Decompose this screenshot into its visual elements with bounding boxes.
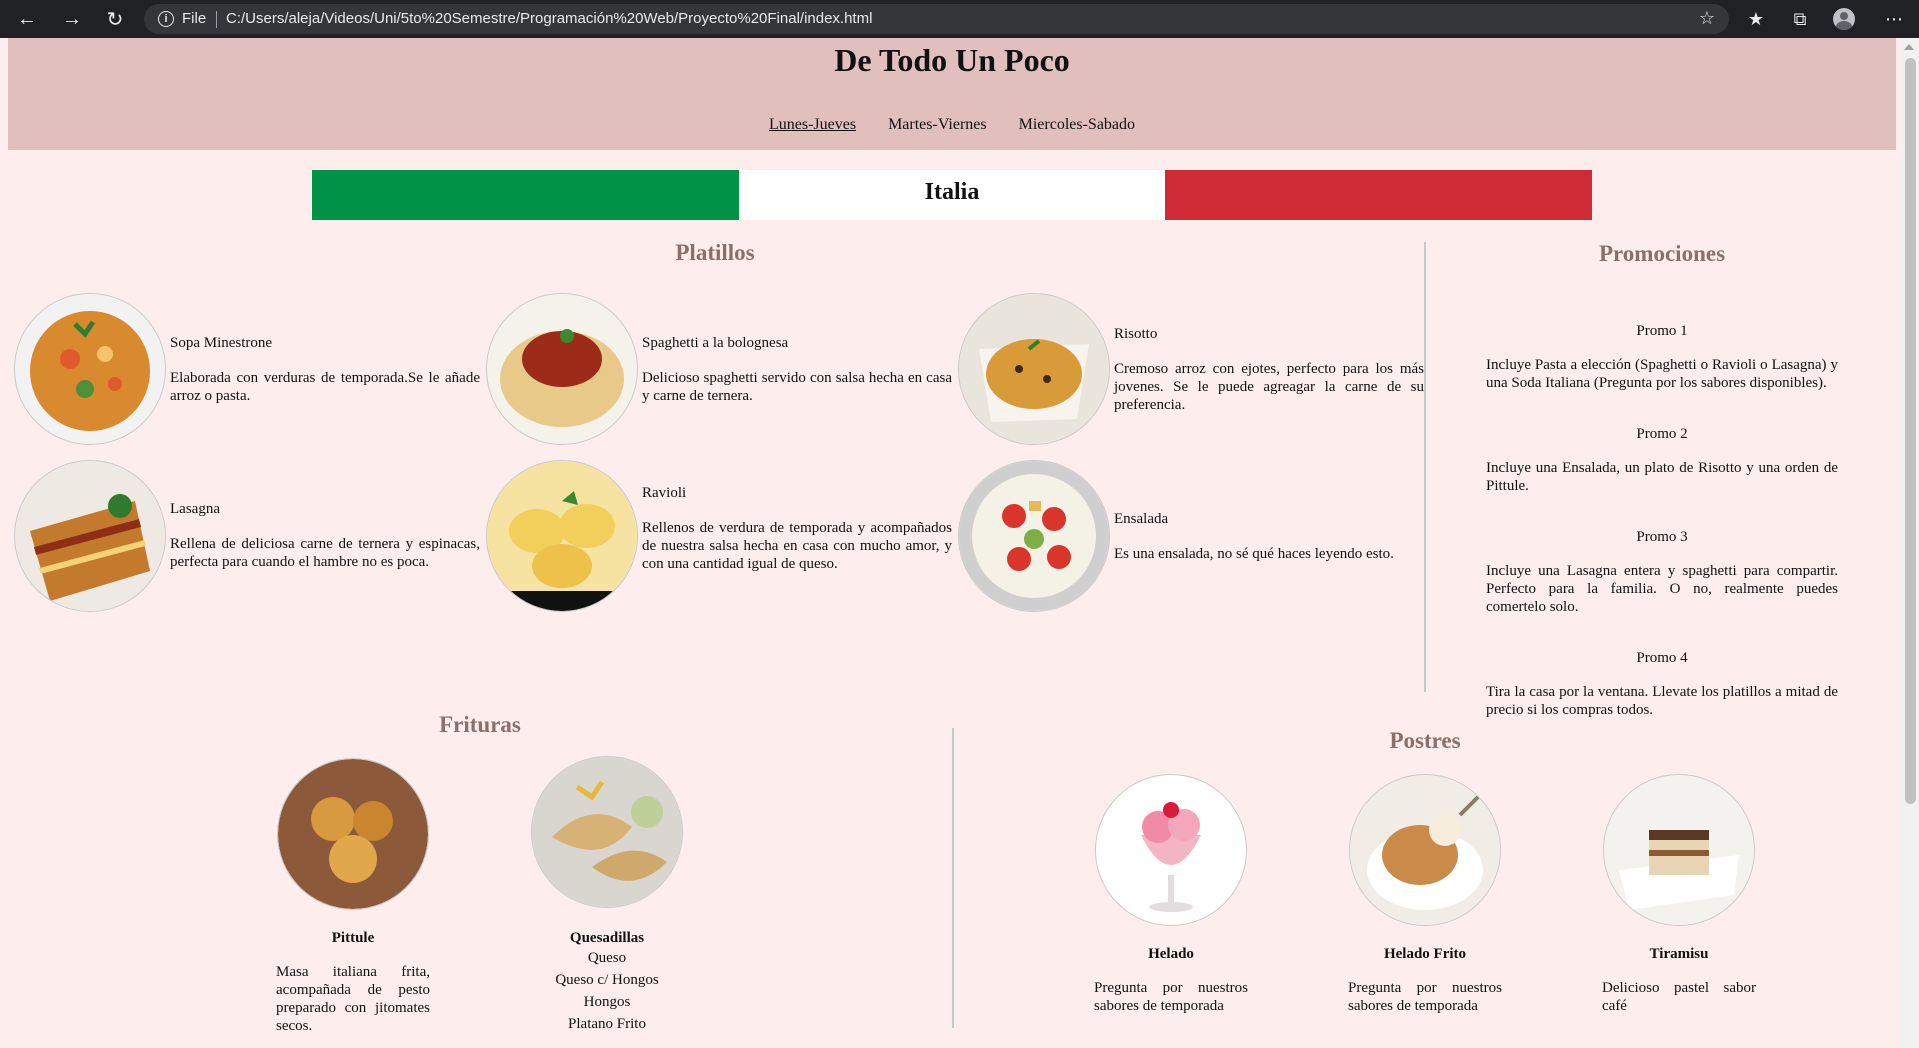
add-favorite-icon[interactable]: ☆	[1699, 8, 1715, 29]
quesadillas-photo	[531, 756, 683, 908]
back-arrow-icon[interactable]: ←	[13, 6, 41, 32]
nav-menu: Lunes-Jueves Martes-Viernes Miercoles-Sa…	[8, 116, 1896, 134]
fritura-name: Pittule	[331, 930, 375, 946]
dish-name: Risotto	[1114, 326, 1158, 342]
dish-description: Cremoso arroz con ejotes, perfecto para …	[1114, 361, 1424, 413]
scroll-up-arrow-icon[interactable]	[1904, 44, 1914, 50]
collections-icon[interactable]: ⧉	[1786, 7, 1814, 31]
promo-item: Promo 3 Incluye una Lasagna entera y spa…	[1486, 528, 1838, 616]
postre-description: Pregunta por nuestros sabores de tempora…	[1094, 980, 1248, 1014]
promo-item: Promo 4 Tira la casa por la ventana. Lle…	[1486, 649, 1838, 719]
url-text[interactable]: C:/Users/aleja/Videos/Uni/5to%20Semestre…	[226, 10, 872, 27]
file-label: File	[182, 10, 207, 27]
postre-card: Tiramisu Delicioso pastel sabor café	[1602, 774, 1756, 1015]
ensalada-photo	[958, 460, 1110, 612]
dish-name: Sopa Minestrone	[170, 335, 273, 351]
flag-white-stripe: Italia	[738, 170, 1166, 220]
promo-title: Promo 1	[1636, 323, 1688, 339]
dish-card: Sopa Minestrone Elaborada con verduras d…	[14, 293, 484, 445]
promo-title: Promo 3	[1636, 529, 1688, 545]
promo-description: Incluye una Lasagna entera y spaghetti p…	[1486, 563, 1838, 615]
promo-title: Promo 2	[1636, 426, 1688, 442]
fritura-name: Quesadillas	[569, 930, 645, 946]
postre-name: Helado Frito	[1383, 946, 1467, 962]
fritura-card: Pittule Masa italiana frita, acompañada …	[276, 758, 430, 1035]
quesadilla-option: Hongos	[583, 994, 631, 1010]
promo-description: Incluye una Ensalada, un plato de Risott…	[1486, 460, 1838, 494]
dish-card: Spaghetti a la bolognesa Delicioso spagh…	[486, 293, 956, 445]
risotto-photo	[958, 293, 1110, 445]
nav-link-martes-viernes[interactable]: Martes-Viernes	[888, 116, 987, 134]
address-separator	[216, 11, 217, 28]
nav-link-lunes-jueves[interactable]: Lunes-Jueves	[769, 116, 856, 134]
scroll-thumb[interactable]	[1905, 58, 1916, 804]
postre-card: Helado Frito Pregunta por nuestros sabor…	[1348, 774, 1502, 1015]
dish-description: Elaborada con verduras de temporada.Se l…	[170, 370, 480, 404]
more-menu-icon[interactable]: ⋯	[1880, 7, 1908, 31]
promociones-title: Promociones	[1598, 241, 1726, 266]
helado-frito-photo	[1349, 774, 1501, 926]
frituras-title: Frituras	[439, 712, 521, 737]
quesadilla-option: Queso	[587, 950, 627, 966]
address-bar[interactable]: i File C:/Users/aleja/Videos/Uni/5to%20S…	[144, 4, 1729, 34]
profile-avatar-icon[interactable]	[1833, 8, 1855, 30]
dish-card: Ravioli Rellenos de verdura de temporada…	[486, 460, 956, 612]
dish-description: Es una ensalada, no sé qué haces leyendo…	[1114, 546, 1394, 562]
dish-name: Ravioli	[642, 485, 687, 501]
dish-name: Lasagna	[170, 501, 220, 517]
dish-name: Spaghetti a la bolognesa	[642, 335, 789, 351]
dish-description: Rellena de deliciosa carne de ternera y …	[170, 536, 480, 570]
site-header: De Todo Un Poco Lunes-Jueves Martes-Vier…	[8, 38, 1896, 150]
info-icon[interactable]: i	[158, 11, 174, 27]
quesadilla-option: Queso c/ Hongos	[555, 972, 659, 988]
postre-name: Helado	[1148, 946, 1194, 962]
ravioli-photo	[486, 460, 638, 612]
flag-green-stripe	[312, 170, 739, 220]
postre-card: Helado Pregunta por nuestros sabores de …	[1094, 774, 1248, 1015]
dish-card: Risotto Cremoso arroz con ejotes, perfec…	[958, 293, 1428, 445]
fritura-description: Masa italiana frita, acompañada de pesto…	[276, 964, 430, 1034]
tiramisu-photo	[1603, 774, 1755, 926]
promo-title: Promo 4	[1636, 650, 1688, 666]
country-label: Italia	[924, 179, 980, 205]
quesadilla-options: Queso Queso c/ Hongos Hongos Platano Fri…	[530, 947, 684, 1035]
dish-description: Rellenos de verdura de temporada y acomp…	[642, 520, 952, 572]
section-divider	[952, 728, 954, 1028]
promo-item: Promo 2 Incluye una Ensalada, un plato d…	[1486, 425, 1838, 495]
promo-description: Incluye Pasta a elección (Spaghetti o Ra…	[1486, 357, 1838, 391]
favorites-icon[interactable]: ★	[1742, 7, 1770, 31]
browser-toolbar: ← → ↻ i File C:/Users/aleja/Videos/Uni/5…	[0, 0, 1919, 38]
promo-list: Promo 1 Incluye Pasta a elección (Spaghe…	[1486, 322, 1838, 719]
postre-name: Tiramisu	[1649, 946, 1709, 962]
dish-description: Delicioso spaghetti servido con salsa he…	[642, 370, 952, 404]
reload-icon[interactable]: ↻	[101, 6, 129, 32]
lasagna-photo	[14, 460, 166, 612]
nav-link-miercoles-sabado[interactable]: Miercoles-Sabado	[1019, 116, 1135, 134]
promo-item: Promo 1 Incluye Pasta a elección (Spaghe…	[1486, 322, 1838, 392]
minestrone-photo	[14, 293, 166, 445]
site-title: De Todo Un Poco	[834, 42, 1070, 78]
helado-photo	[1095, 774, 1247, 926]
fritura-card: Quesadillas Queso Queso c/ Hongos Hongos…	[530, 756, 684, 1035]
dish-card: Lasagna Rellena de deliciosa carne de te…	[14, 460, 484, 612]
postre-description: Delicioso pastel sabor café	[1602, 980, 1756, 1014]
italy-flag-banner: Italia	[312, 170, 1593, 220]
platillos-title: Platillos	[675, 240, 755, 265]
dish-name: Ensalada	[1114, 511, 1169, 527]
postres-title: Postres	[1389, 728, 1461, 753]
promo-description: Tira la casa por la ventana. Llevate los…	[1486, 684, 1838, 718]
forward-arrow-icon[interactable]: →	[58, 6, 86, 32]
section-divider	[1424, 242, 1426, 692]
postre-description: Pregunta por nuestros sabores de tempora…	[1348, 980, 1502, 1014]
flag-red-stripe	[1165, 170, 1593, 220]
pittule-photo	[277, 758, 429, 910]
dish-card: Ensalada Es una ensalada, no sé qué hace…	[958, 460, 1428, 612]
quesadilla-option: Platano Frito	[568, 1016, 646, 1032]
spaghetti-photo	[486, 293, 638, 445]
